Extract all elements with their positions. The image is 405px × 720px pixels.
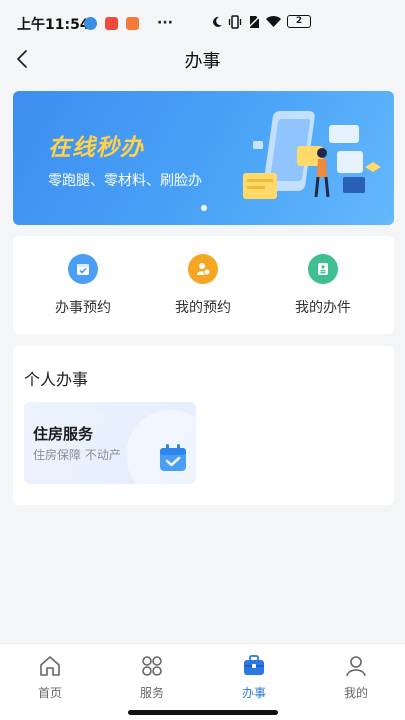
banner-headline: 在线秒办 [48, 135, 144, 161]
service-card-housing[interactable]: 住房服务 住房保障 不动产 [24, 402, 196, 484]
status-left-icons: ··· [84, 15, 173, 31]
wifi-icon [266, 16, 281, 27]
grid-icon [142, 656, 162, 676]
more-notifications-icon: ··· [157, 15, 173, 31]
vibrate-icon [228, 15, 242, 29]
compass-icon [84, 16, 97, 30]
promo-banner[interactable]: 在线秒办 零跑腿、零材料、刷脸办 [13, 91, 394, 225]
calendar-check-icon [68, 254, 98, 284]
quick-action-label: 我的预约 [175, 300, 231, 316]
quick-action-label: 办事预约 [55, 300, 111, 316]
quick-action-my-appointments[interactable]: 我的预约 [153, 254, 253, 317]
do-not-disturb-icon [213, 16, 222, 27]
section-title: 个人办事 [24, 370, 89, 389]
service-card-desc: 住房保障 不动产 [33, 448, 121, 462]
nav-bar: 办事 [0, 36, 405, 82]
tab-label: 办事 [241, 686, 266, 700]
no-sim-icon [247, 15, 261, 29]
quick-actions: 办事预约 我的预约 我的办件 [13, 236, 394, 334]
personal-services-section: 个人办事 住房服务 住房保障 不动产 [13, 346, 394, 505]
user-clock-icon [188, 254, 218, 284]
home-icon [40, 656, 60, 676]
home-indicator[interactable] [128, 710, 278, 715]
service-card-name: 住房服务 [33, 425, 94, 443]
quick-action-label: 我的办件 [295, 300, 351, 316]
tab-mine[interactable]: 我的 [326, 654, 386, 701]
page-title: 办事 [184, 51, 221, 72]
quick-action-appointment[interactable]: 办事预约 [33, 254, 133, 317]
tab-home[interactable]: 首页 [20, 654, 80, 701]
tab-affairs[interactable]: 办事 [224, 654, 284, 701]
status-time: 上午11:54 [17, 17, 90, 33]
banner-subtitle: 零跑腿、零材料、刷脸办 [48, 173, 202, 189]
briefcase-icon [244, 655, 264, 675]
tab-services[interactable]: 服务 [122, 654, 182, 701]
gift-icon [126, 16, 139, 30]
carousel-indicator[interactable] [201, 205, 207, 211]
app-notification-icon [105, 16, 118, 30]
tab-label: 首页 [37, 686, 62, 700]
tab-bar: 首页 服务 办事 我的 [0, 643, 405, 720]
banner-illustration [243, 111, 381, 199]
battery-indicator: 2 [287, 15, 311, 28]
user-icon [346, 656, 366, 677]
tab-label: 我的 [343, 686, 368, 700]
document-icon [308, 254, 338, 284]
calendar-check-icon [160, 444, 186, 471]
tab-label: 服务 [139, 686, 164, 700]
quick-action-my-cases[interactable]: 我的办件 [273, 254, 373, 317]
